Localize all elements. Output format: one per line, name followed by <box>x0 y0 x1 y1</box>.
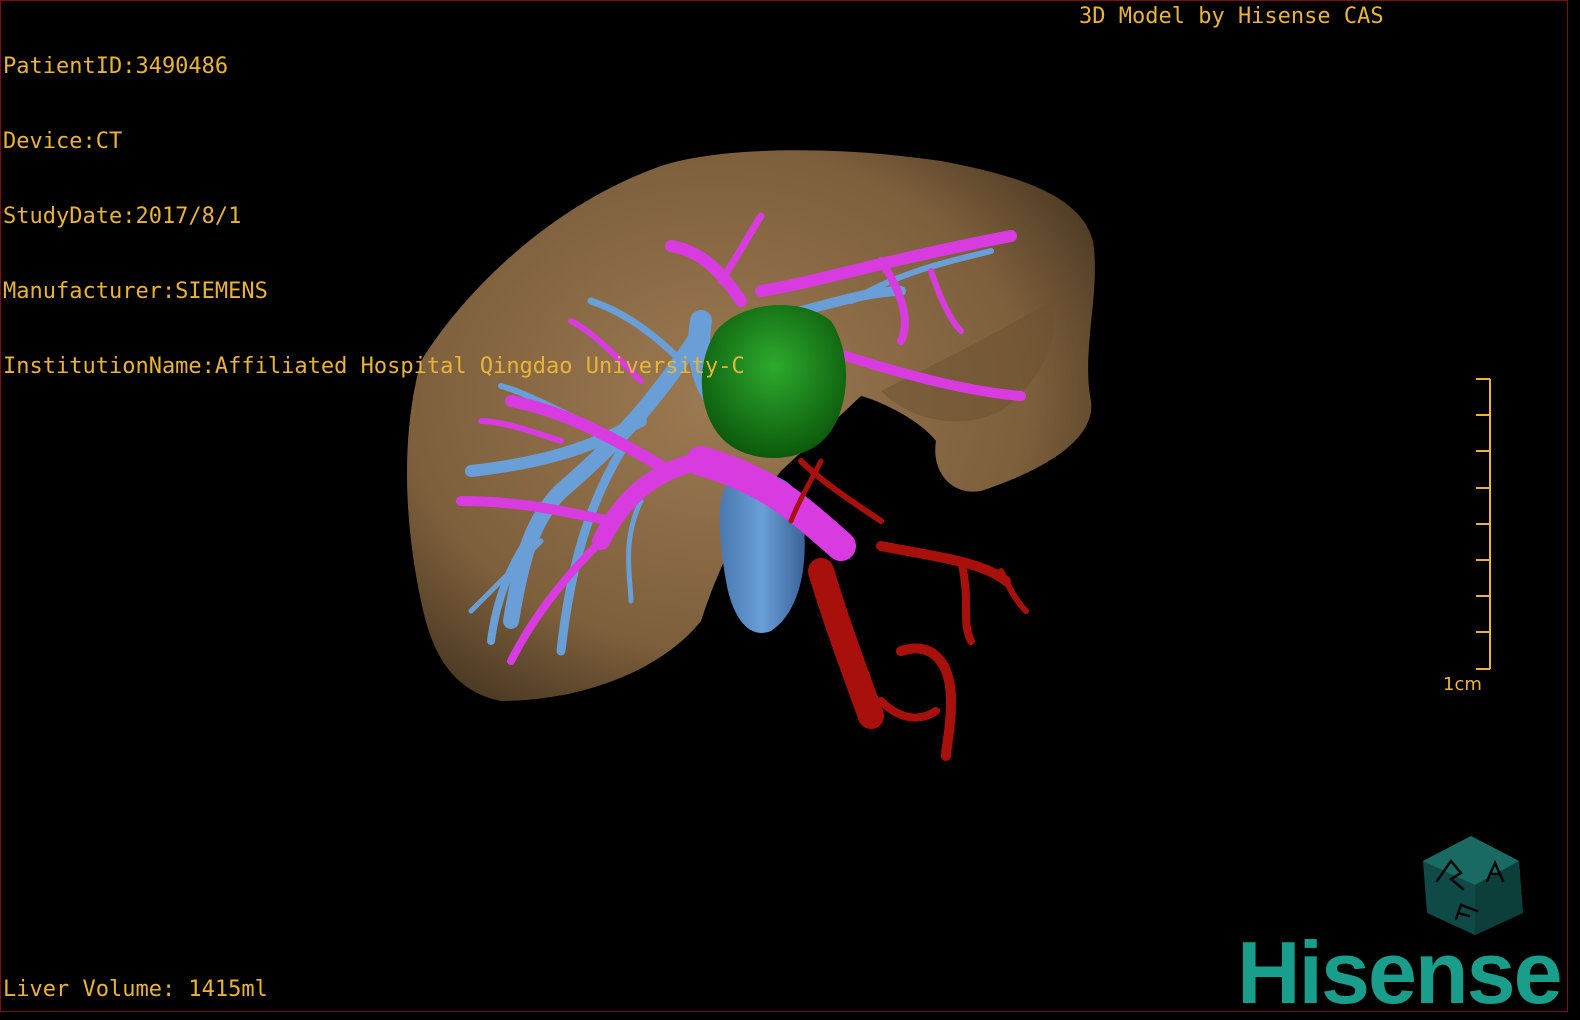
liver-volume-label: Liver Volume: 1415ml <box>3 977 268 1002</box>
brand-logo: Hisense <box>1237 923 1563 1012</box>
artery-tree[interactable] <box>788 458 1029 761</box>
3d-viewport[interactable]: PatientID:3490486 Device:CT StudyDate:20… <box>0 0 1568 1012</box>
patient-id-label: PatientID:3490486 <box>3 54 229 79</box>
orientation-cube-icon[interactable] <box>1423 836 1523 935</box>
institution-label: InstitutionName:Affiliated Hospital Qing… <box>3 354 745 379</box>
study-info-overlay: PatientID:3490486 Device:CT StudyDate:20… <box>3 4 745 429</box>
study-date-label: StudyDate:2017/8/1 <box>3 204 242 229</box>
scale-bar-label: 1cm <box>1443 674 1482 695</box>
model-credit-label: 3D Model by Hisense CAS <box>1079 4 1384 29</box>
manufacturer-label: Manufacturer:SIEMENS <box>3 279 268 304</box>
scale-bar <box>1476 378 1491 670</box>
device-label: Device:CT <box>3 129 123 154</box>
